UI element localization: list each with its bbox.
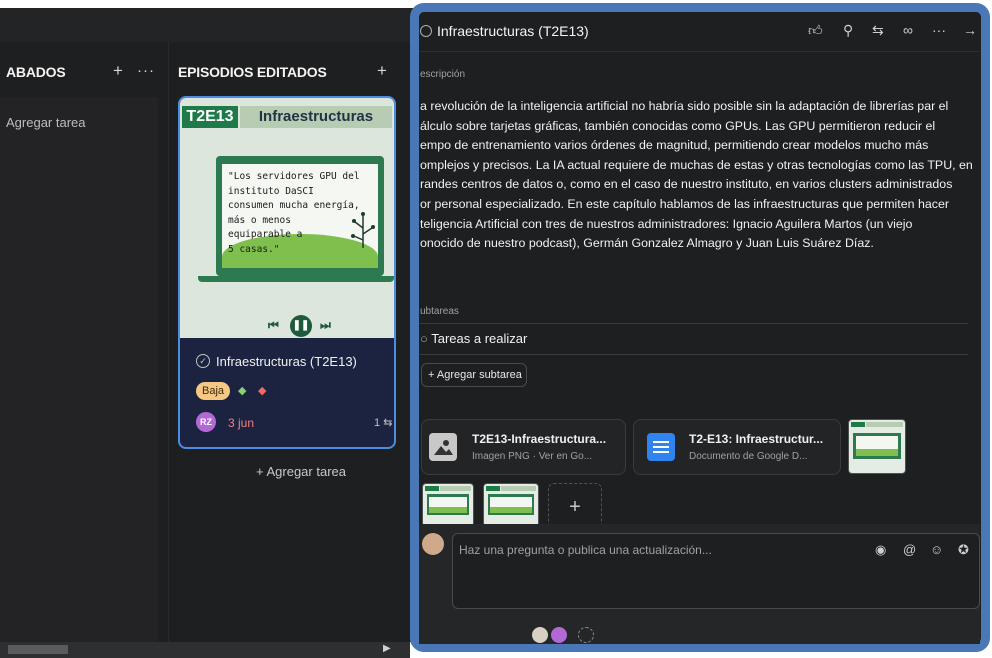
add-subtask-button[interactable]: + Agregar subtarea: [421, 363, 527, 387]
column-1-more-icon[interactable]: ···: [137, 62, 155, 79]
app-window: ABADOS + ··· Agregar tarea EPISODIOS EDI…: [0, 0, 992, 658]
pause-icon: ❚❚: [290, 315, 312, 337]
subtask-icon: ⇆: [383, 417, 393, 429]
board-topbar: [0, 8, 420, 42]
header-divider: [419, 51, 980, 52]
panel-task-title[interactable]: Infraestructuras (T2E13): [437, 23, 589, 39]
record-icon[interactable]: ◉: [875, 542, 886, 558]
collaborator-avatar[interactable]: [532, 627, 548, 643]
card-body: ✓ Infraestructuras (T2E13) Baja ◆ ◆ RZ 3…: [180, 338, 394, 447]
assignee-avatar[interactable]: RZ: [196, 412, 216, 432]
link-icon[interactable]: ∞: [903, 22, 913, 38]
priority-badge: Baja: [196, 382, 230, 400]
attachment-thumbnail[interactable]: [422, 483, 474, 527]
subtasks-divider: [420, 323, 968, 324]
previous-icon: ⏮: [268, 318, 279, 332]
task-card[interactable]: T2E13 Infraestructuras "Los servidores G…: [178, 96, 396, 449]
attachment-doc-meta: Documento de Google D...: [689, 451, 808, 462]
subtask-count[interactable]: 1 ⇆: [374, 416, 392, 429]
next-icon: ⏭: [320, 318, 331, 332]
attachment-image-meta: Imagen PNG · Ver en Go...: [472, 451, 593, 462]
attachment-thumbnail[interactable]: [483, 483, 539, 527]
description-line: or personal especializado. En este capít…: [420, 196, 949, 211]
column-1: [0, 97, 158, 642]
like-icon[interactable]: 👍︎: [808, 22, 823, 39]
complete-check-icon[interactable]: ✓: [196, 354, 210, 368]
column-1-add-icon[interactable]: +: [113, 61, 123, 81]
subtask-item-label: Tareas a realizar: [431, 331, 528, 346]
more-options-icon[interactable]: ···: [932, 22, 946, 38]
subtask-count-value: 1: [374, 417, 381, 429]
tag-red-icon: ◆: [258, 385, 267, 397]
emoji-icon[interactable]: ☺: [930, 542, 943, 557]
scrollbar-thumb[interactable]: [8, 645, 68, 654]
column-divider: [168, 42, 169, 642]
column-2-title[interactable]: EPISODIOS EDITADOS: [178, 64, 327, 80]
add-collaborator-icon[interactable]: [578, 627, 594, 643]
description-line: omplejos y precisos. La IA actual requie…: [420, 157, 973, 172]
doc-line-icon: [653, 446, 669, 448]
attachment-doc-name: T2-E13: Infraestructur...: [689, 432, 824, 446]
close-panel-icon[interactable]: →: [963, 22, 977, 38]
description-line: empo de entrenamiento varios órdenes de …: [420, 138, 929, 153]
audio-player-illustration: ⏮ ❚❚ ⏭: [268, 315, 338, 337]
due-date[interactable]: 3 jun: [228, 416, 254, 430]
circuit-tree-icon: [351, 212, 375, 248]
subtask-icon[interactable]: ⇆: [872, 22, 884, 39]
comment-placeholder[interactable]: Haz una pregunta o publica una actualiza…: [459, 543, 712, 557]
description-line: onocido de nuestro podcast), Germán Gonz…: [420, 236, 874, 251]
description-label: escripción: [420, 69, 466, 80]
attachment-thumbnail[interactable]: [848, 419, 906, 474]
column-2-add-icon[interactable]: +: [377, 61, 387, 81]
description-line: álculo sobre tarjetas gráficas, también …: [420, 118, 936, 133]
mention-icon[interactable]: @: [903, 542, 916, 557]
image-file-icon: [429, 433, 457, 461]
column-2-add-task[interactable]: + Agregar tarea: [256, 464, 346, 479]
description-line: a revolución de la inteligencia artifici…: [420, 99, 949, 113]
card-cover-image: T2E13 Infraestructuras "Los servidores G…: [180, 98, 394, 338]
description-text[interactable]: a revolución de la inteligencia artifici…: [420, 97, 975, 254]
current-user-avatar: [422, 533, 444, 555]
subtask-item[interactable]: ○ Tareas a realizar: [420, 331, 527, 346]
attachment-image-name: T2E13-Infraestructura...: [472, 432, 607, 446]
cover-episode-code: T2E13: [182, 106, 238, 128]
attachment-icon[interactable]: ⚲: [843, 22, 853, 39]
column-1-title[interactable]: ABADOS: [6, 64, 66, 80]
laptop-base: [198, 276, 394, 282]
cover-episode-title: Infraestructuras: [240, 106, 392, 128]
panel-complete-check-icon[interactable]: [420, 25, 432, 37]
tag-green-icon: ◆: [238, 385, 247, 397]
column-1-add-task[interactable]: Agregar tarea: [6, 115, 86, 130]
star-icon[interactable]: ✪: [958, 542, 969, 558]
image-glyph-icon: [434, 440, 453, 455]
subtask-check-icon[interactable]: ○: [420, 331, 428, 346]
collaborator-avatar[interactable]: [551, 627, 567, 643]
description-line: teligencia Artificial con tres de nuestr…: [420, 216, 913, 231]
subtasks-label: ubtareas: [420, 306, 459, 317]
description-line: randes centros de datos o, como en el ca…: [420, 177, 953, 192]
subtask-divider: [420, 354, 968, 355]
scroll-right-arrow-icon[interactable]: ▶: [383, 643, 391, 654]
card-task-name[interactable]: Infraestructuras (T2E13): [216, 354, 357, 369]
